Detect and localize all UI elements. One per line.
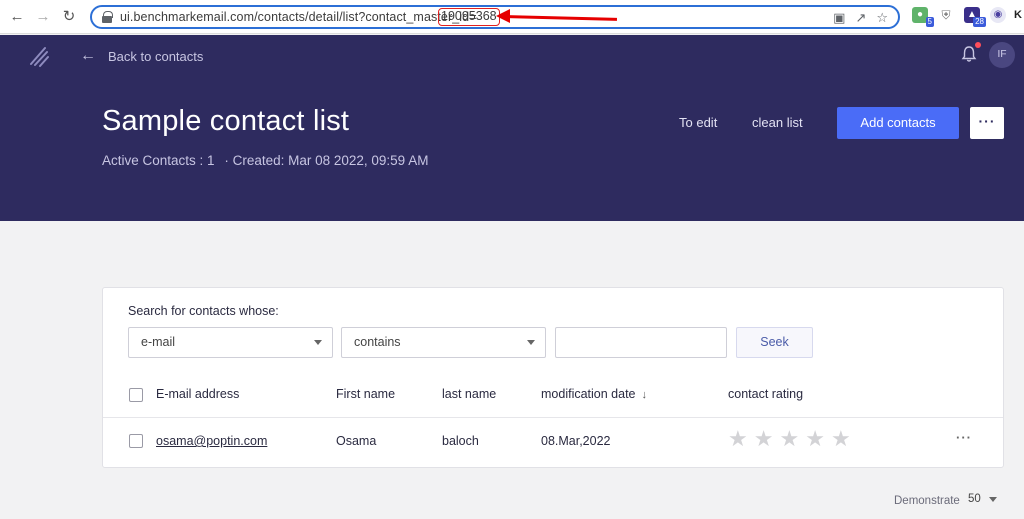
created-date: · Created: Mar 08 2022, 09:59 AM xyxy=(224,153,429,168)
per-page-select[interactable]: 50 xyxy=(968,493,997,505)
arrow-left-icon: ← xyxy=(80,47,96,64)
row-checkbox[interactable] xyxy=(129,434,143,448)
extension-badge: 28 xyxy=(973,17,986,27)
browser-toolbar: ← → ↻ ui.benchmarkemail.com/contacts/det… xyxy=(0,0,1024,34)
field-select-value: e-mail xyxy=(141,335,176,349)
column-last-name[interactable]: last name xyxy=(442,387,496,401)
row-more-options-button[interactable]: ··· xyxy=(956,430,972,445)
back-to-contacts-label: Back to contacts xyxy=(108,48,204,64)
clean-list-button[interactable]: clean list xyxy=(752,115,803,130)
profile-extension-icon[interactable]: ◉ xyxy=(990,7,1006,23)
list-meta: Active Contacts : 1 · Created: Mar 08 20… xyxy=(102,153,434,168)
active-contacts-count: Active Contacts : 1 xyxy=(102,153,215,168)
rating-star-icon[interactable]: ★ xyxy=(831,428,851,450)
list-header: ← Back to contacts IF Sample contact lis… xyxy=(0,35,1024,221)
rating-star-icon[interactable]: ★ xyxy=(779,428,799,450)
rating-star-icon[interactable]: ★ xyxy=(754,428,774,450)
per-page-label: Demonstrate xyxy=(894,495,960,507)
column-modification-date[interactable]: modification date ↓ xyxy=(541,387,647,401)
lock-icon xyxy=(102,11,113,23)
url-contact-id-highlight: 19095368 xyxy=(438,8,500,26)
extension-badge: 5 xyxy=(925,17,934,27)
bookmark-star-icon[interactable]: ☆ xyxy=(876,10,888,26)
forward-arrow-icon[interactable]: → xyxy=(34,8,52,26)
table-header: E-mail address First name last name modi… xyxy=(103,372,1003,418)
user-avatar[interactable]: IF xyxy=(989,42,1015,68)
seek-button[interactable]: Seek xyxy=(736,327,813,358)
translate-icon[interactable]: ▣ xyxy=(833,10,845,26)
contact-last-name: baloch xyxy=(442,434,479,448)
column-modification-date-label: modification date xyxy=(541,387,636,401)
column-first-name[interactable]: First name xyxy=(336,387,395,401)
benchmark-logo-icon[interactable] xyxy=(28,45,50,67)
shield-extension-icon[interactable]: ⛨ xyxy=(938,7,954,23)
sort-down-icon: ↓ xyxy=(641,389,648,401)
extension-icon-1[interactable]: ● 5 xyxy=(912,7,934,27)
chevron-down-icon xyxy=(988,496,997,502)
search-label: Search for contacts whose: xyxy=(128,304,279,318)
rating-star-icon[interactable]: ★ xyxy=(805,428,825,450)
share-icon[interactable]: ↗ xyxy=(855,10,866,26)
contact-rating-stars: ★ ★ ★ ★ ★ xyxy=(728,428,851,450)
url-text: ui.benchmarkemail.com/contacts/detail/li… xyxy=(120,10,477,24)
column-email[interactable]: E-mail address xyxy=(156,387,239,401)
to-edit-button[interactable]: To edit xyxy=(679,115,717,130)
contact-modified-date: 08.Mar,2022 xyxy=(541,434,611,448)
operator-select[interactable]: contains xyxy=(341,327,546,358)
column-contact-rating[interactable]: contact rating xyxy=(728,387,803,401)
address-bar-actions: ▣ ↗ ☆ xyxy=(833,10,888,26)
add-contacts-button[interactable]: Add contacts xyxy=(837,107,959,139)
notification-bell-icon[interactable] xyxy=(960,45,978,63)
annotation-arrow-head xyxy=(496,9,510,23)
extension-icon-3[interactable]: ▲ 28 xyxy=(964,7,986,27)
page-title: Sample contact list xyxy=(102,105,350,137)
profile-letter[interactable]: K xyxy=(1010,7,1024,23)
address-bar[interactable]: ui.benchmarkemail.com/contacts/detail/li… xyxy=(90,5,900,29)
rating-star-icon[interactable]: ★ xyxy=(728,428,748,450)
notification-dot xyxy=(975,42,981,48)
contact-email-link[interactable]: osama@poptin.com xyxy=(156,434,267,448)
table-row: osama@poptin.com Osama baloch 08.Mar,202… xyxy=(103,419,1003,467)
back-to-contacts-link[interactable]: ← Back to contacts xyxy=(80,47,203,65)
select-all-checkbox[interactable] xyxy=(129,388,143,402)
search-input[interactable] xyxy=(555,327,727,358)
reload-icon[interactable]: ↻ xyxy=(60,8,78,26)
per-page-value: 50 xyxy=(968,493,981,505)
back-arrow-icon[interactable]: ← xyxy=(8,8,26,26)
operator-select-value: contains xyxy=(354,335,401,349)
contact-first-name: Osama xyxy=(336,434,377,448)
contacts-card: Search for contacts whose: e-mail contai… xyxy=(102,287,1004,468)
chevron-down-icon xyxy=(527,340,535,345)
more-options-button[interactable]: ··· xyxy=(970,107,1004,139)
field-select[interactable]: e-mail xyxy=(128,327,333,358)
chevron-down-icon xyxy=(314,340,322,345)
